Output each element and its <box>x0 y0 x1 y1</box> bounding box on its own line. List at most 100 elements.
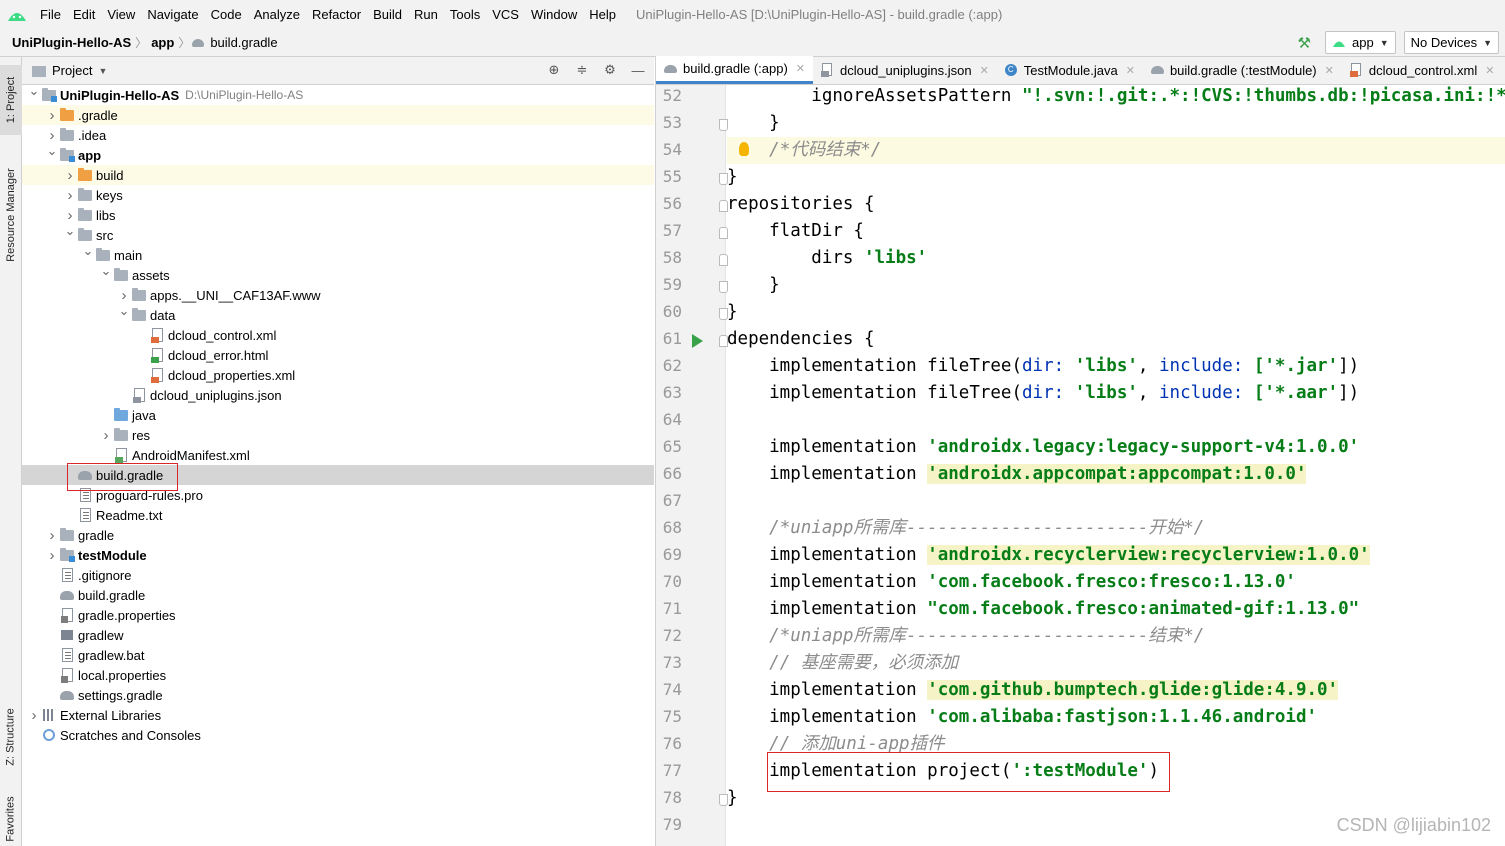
breadcrumb-file[interactable]: build.gradle <box>190 35 281 50</box>
build-hammer-icon[interactable]: ⚒ <box>1298 34 1311 52</box>
chevron-down-icon[interactable]: ⌄ <box>45 143 59 159</box>
menu-code[interactable]: Code <box>205 7 248 22</box>
chevron-down-icon[interactable]: ⌄ <box>99 263 113 279</box>
tree-item[interactable]: › gradle <box>22 525 654 545</box>
tool-tab-project[interactable]: 1: Project <box>0 65 22 135</box>
tree-item[interactable]: › keys <box>22 185 654 205</box>
tree-item[interactable]: › res <box>22 425 654 445</box>
chevron-right-icon[interactable]: › <box>45 547 59 564</box>
code-token: repositories { <box>727 194 875 214</box>
tree-item[interactable]: gradlew.bat <box>22 645 654 665</box>
chevron-right-icon[interactable]: › <box>27 707 41 724</box>
close-icon[interactable]: ✕ <box>1325 64 1334 77</box>
tree-item[interactable]: › testModule <box>22 545 654 565</box>
close-icon[interactable]: ✕ <box>1126 64 1135 77</box>
collapse-all-icon[interactable]: ≑ <box>574 62 590 78</box>
menu-tools[interactable]: Tools <box>444 7 486 22</box>
code-area[interactable]: ignoreAssetsPattern "!.svn:!.git:.*:!CVS… <box>727 85 1505 846</box>
tree-item[interactable]: ⌄ src <box>22 223 654 245</box>
breadcrumb-module[interactable]: app <box>147 35 178 50</box>
chevron-down-icon[interactable]: ⌄ <box>81 243 95 259</box>
tree-item[interactable]: › libs <box>22 205 654 225</box>
gear-icon[interactable]: ⚙ <box>602 62 618 78</box>
tree-item[interactable]: › External Libraries <box>22 705 654 725</box>
breadcrumb-project[interactable]: UniPlugin-Hello-AS <box>0 35 135 50</box>
locate-target-icon[interactable]: ⊕ <box>546 62 562 78</box>
run-gutter-icon[interactable] <box>692 334 703 348</box>
tree-item[interactable]: java <box>22 405 654 425</box>
editor-tab[interactable]: dcloud_control.xml ✕ <box>1342 56 1503 84</box>
chevron-down-icon[interactable]: ⌄ <box>63 223 77 239</box>
chevron-right-icon[interactable]: › <box>63 167 77 184</box>
tree-item[interactable]: AndroidManifest.xml <box>22 445 654 465</box>
code-token: ignoreAssetsPattern <box>727 86 1023 106</box>
close-icon[interactable]: ✕ <box>980 64 989 77</box>
menu-navigate[interactable]: Navigate <box>141 7 204 22</box>
tree-item[interactable]: ⌄ main <box>22 243 654 265</box>
code-line: /*uniapp所需库-----------------------结束*/ <box>727 623 1204 650</box>
tree-item[interactable]: build.gradle <box>22 585 654 605</box>
tree-item-label: .idea <box>78 127 107 143</box>
tree-item[interactable]: › apps.__UNI__CAF13AF.www <box>22 285 654 305</box>
tree-item[interactable]: ⌄ assets <box>22 263 654 285</box>
lightbulb-icon[interactable] <box>739 142 749 156</box>
tree-item[interactable]: ⌄ app <box>22 143 654 165</box>
code-token: ]) <box>1338 383 1360 403</box>
chevron-right-icon[interactable]: › <box>45 127 59 144</box>
tree-item[interactable]: settings.gradle <box>22 685 654 705</box>
tree-item[interactable]: › .idea <box>22 125 654 145</box>
tree-item[interactable]: dcloud_uniplugins.json <box>22 385 654 405</box>
editor-tab[interactable]: build.gradle (:app) ✕ <box>656 56 814 84</box>
tree-item[interactable]: ⌄ UniPlugin-Hello-AS D:\UniPlugin-Hello-AS <box>22 83 654 105</box>
code-line: /*uniapp所需库-----------------------开始*/ <box>727 515 1204 542</box>
tool-tab-resource-manager[interactable]: Resource Manager <box>0 152 22 277</box>
chevron-right-icon[interactable]: › <box>63 187 77 204</box>
menu-refactor[interactable]: Refactor <box>306 7 367 22</box>
chevron-right-icon[interactable]: › <box>45 107 59 124</box>
close-icon[interactable]: ✕ <box>1485 64 1494 77</box>
chevron-right-icon[interactable]: › <box>63 207 77 224</box>
chevron-right-icon[interactable]: › <box>99 427 113 444</box>
tree-item[interactable]: › build <box>22 165 654 185</box>
tree-item[interactable]: ⌄ data <box>22 303 654 325</box>
annotation-red-box <box>767 752 1170 792</box>
menu-edit[interactable]: Edit <box>67 7 101 22</box>
tree-item[interactable]: dcloud_properties.xml <box>22 365 654 385</box>
text-file-icon <box>59 647 75 663</box>
tree-item[interactable]: gradle.properties <box>22 605 654 625</box>
tree-item[interactable]: dcloud_control.xml <box>22 325 654 345</box>
close-icon[interactable]: ✕ <box>796 62 805 75</box>
tree-item[interactable]: .gitignore <box>22 565 654 585</box>
editor-tab-label: dcloud_uniplugins.json <box>840 62 972 78</box>
menu-view[interactable]: View <box>101 7 141 22</box>
editor-tab[interactable]: build.gradle (:testModule) ✕ <box>1143 56 1342 84</box>
editor-tab[interactable]: C TestModule.java ✕ <box>997 56 1143 84</box>
chevron-right-icon[interactable]: › <box>45 527 59 544</box>
tree-item[interactable]: Scratches and Consoles <box>22 725 654 745</box>
editor-tab[interactable]: dcloud_uniplugins.json ✕ <box>813 56 997 84</box>
menu-run[interactable]: Run <box>408 7 444 22</box>
menu-window[interactable]: Window <box>525 7 583 22</box>
tree-item[interactable]: › .gradle <box>22 105 654 125</box>
minimize-icon[interactable]: — <box>630 62 646 78</box>
tool-tab-structure[interactable]: Z: Structure <box>0 697 22 777</box>
run-config-select[interactable]: app ▼ <box>1324 31 1396 54</box>
line-number: 63 <box>662 383 682 402</box>
tree-item[interactable]: gradlew <box>22 625 654 645</box>
chevron-down-icon[interactable]: ⌄ <box>117 303 131 319</box>
menu-file[interactable]: File <box>34 7 67 22</box>
chevron-right-icon[interactable]: › <box>117 287 131 304</box>
tree-item[interactable]: Readme.txt <box>22 505 654 525</box>
scratches-icon <box>41 727 57 743</box>
chevron-down-icon[interactable]: ⌄ <box>27 83 41 99</box>
menu-analyze[interactable]: Analyze <box>248 7 306 22</box>
device-select[interactable]: No Devices ▼ <box>1403 31 1499 54</box>
tree-item[interactable]: dcloud_error.html <box>22 345 654 365</box>
line-number: 61 <box>662 329 682 348</box>
tool-tab-favorites[interactable]: Favorites <box>0 792 22 846</box>
project-view-selector[interactable]: Project ▼ <box>32 63 107 78</box>
menu-build[interactable]: Build <box>367 7 408 22</box>
menu-help[interactable]: Help <box>583 7 622 22</box>
tree-item[interactable]: local.properties <box>22 665 654 685</box>
menu-vcs[interactable]: VCS <box>486 7 525 22</box>
